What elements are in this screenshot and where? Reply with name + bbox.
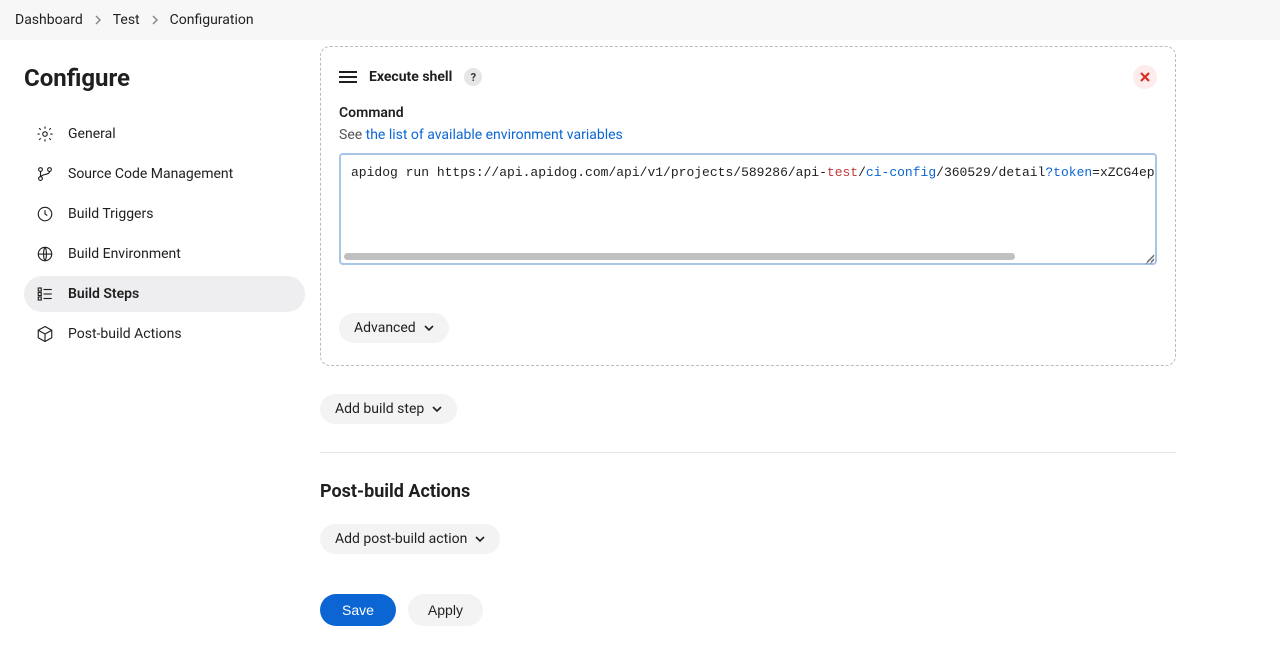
sidebar-item-postbuild[interactable]: Post-build Actions <box>24 316 305 352</box>
breadcrumb: Dashboard Test Configuration <box>15 12 254 28</box>
branch-icon <box>36 165 54 183</box>
code-text: / <box>858 165 866 180</box>
chevron-right-icon <box>87 15 109 25</box>
scrollbar-thumb[interactable] <box>344 253 1015 260</box>
code-text: apidog run https://api.apidog.com/api/v1… <box>351 165 827 180</box>
postbuild-section-title: Post-build Actions <box>320 481 1176 502</box>
add-postbuild-action-label: Add post-build action <box>335 531 467 547</box>
command-textarea[interactable]: apidog run https://api.apidog.com/api/v1… <box>339 153 1157 265</box>
breadcrumb-test[interactable]: Test <box>113 12 140 28</box>
chevron-right-icon <box>144 15 166 25</box>
save-button[interactable]: Save <box>320 594 396 626</box>
add-build-step-button[interactable]: Add build step <box>320 394 457 424</box>
env-vars-link[interactable]: the list of available environment variab… <box>366 127 623 143</box>
code-text: /360529/detail <box>936 165 1045 180</box>
sidebar-item-label: Source Code Management <box>68 166 233 182</box>
step-title: Execute shell <box>369 69 452 85</box>
sidebar-item-build-steps[interactable]: Build Steps <box>24 276 305 312</box>
close-icon <box>1140 72 1150 82</box>
code-text: ?token <box>1045 165 1092 180</box>
breadcrumb-configuration[interactable]: Configuration <box>170 12 254 28</box>
horizontal-scrollbar[interactable] <box>344 253 1152 260</box>
sidebar: Configure General Source Code Management… <box>0 40 320 650</box>
sidebar-item-build-environment[interactable]: Build Environment <box>24 236 305 272</box>
side-nav: General Source Code Management Build Tri… <box>24 116 305 352</box>
drag-handle-icon[interactable] <box>339 70 357 84</box>
package-icon <box>36 325 54 343</box>
sidebar-item-scm[interactable]: Source Code Management <box>24 156 305 192</box>
add-postbuild-action-button[interactable]: Add post-build action <box>320 524 500 554</box>
breadcrumb-dashboard[interactable]: Dashboard <box>15 12 83 28</box>
sidebar-item-label: Post-build Actions <box>68 326 182 342</box>
help-line: See the list of available environment va… <box>339 127 1157 143</box>
code-text: ci-config <box>866 165 936 180</box>
code-text: test <box>827 165 858 180</box>
remove-step-button[interactable] <box>1133 65 1157 89</box>
main-content: Execute shell ? Command See the list of … <box>320 40 1200 650</box>
globe-icon <box>36 245 54 263</box>
advanced-label: Advanced <box>354 320 416 336</box>
chevron-down-icon <box>432 404 442 414</box>
step-header: Execute shell ? <box>339 65 1157 89</box>
section-divider <box>320 452 1176 453</box>
sidebar-item-general[interactable]: General <box>24 116 305 152</box>
chevron-down-icon <box>424 323 434 333</box>
steps-icon <box>36 285 54 303</box>
sidebar-item-label: Build Triggers <box>68 206 153 222</box>
command-label: Command <box>339 105 1157 121</box>
add-build-step-label: Add build step <box>335 401 424 417</box>
gear-icon <box>36 125 54 143</box>
help-prefix: See <box>339 127 366 143</box>
advanced-toggle[interactable]: Advanced <box>339 313 449 343</box>
build-step-card: Execute shell ? Command See the list of … <box>320 46 1176 366</box>
sidebar-item-label: Build Environment <box>68 246 181 262</box>
apply-button[interactable]: Apply <box>408 594 483 626</box>
sidebar-item-build-triggers[interactable]: Build Triggers <box>24 196 305 232</box>
sidebar-item-label: General <box>68 126 116 142</box>
sidebar-item-label: Build Steps <box>68 286 139 302</box>
page-title: Configure <box>24 64 305 92</box>
chevron-down-icon <box>475 534 485 544</box>
help-icon[interactable]: ? <box>464 68 482 86</box>
top-bar: Dashboard Test Configuration <box>0 0 1280 40</box>
code-text: =xZCG4epVmltzjZ2 <box>1092 165 1157 180</box>
clock-icon <box>36 205 54 223</box>
